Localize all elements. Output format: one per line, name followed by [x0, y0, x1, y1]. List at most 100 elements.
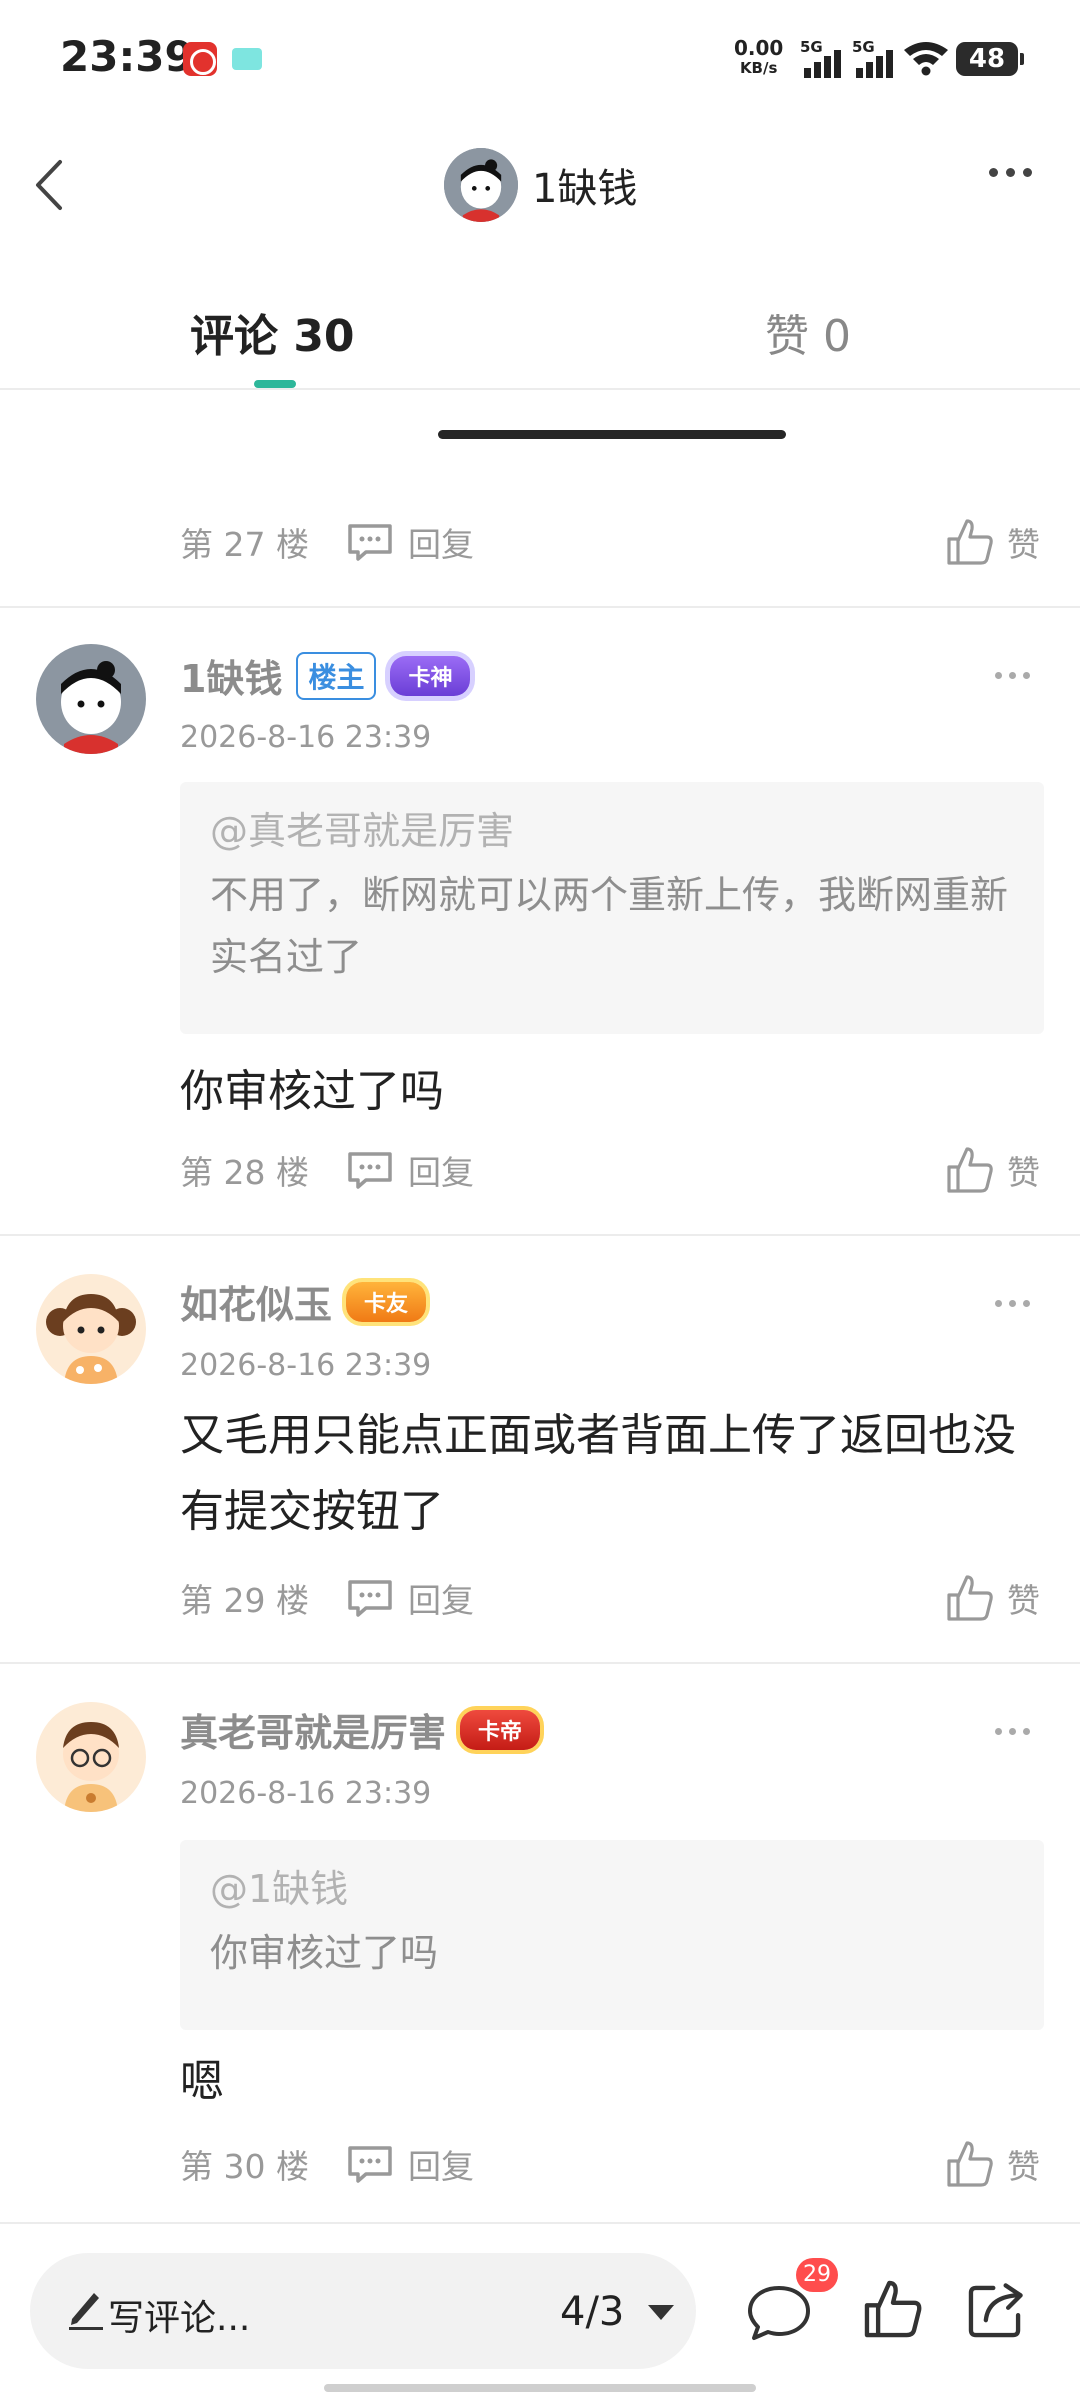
reply-label: 回复 — [408, 1153, 474, 1192]
comment-username-row: 1缺钱 楼主 卡神 — [180, 648, 471, 703]
like-label: 赞 — [1007, 1581, 1040, 1620]
tab-comments[interactable]: 评论 30 — [190, 300, 355, 364]
like-button[interactable]: 赞 — [945, 1568, 1040, 1628]
reply-label: 回复 — [408, 2147, 474, 2186]
drag-handle[interactable] — [438, 430, 786, 439]
comment-text: 你审核过了吗 — [180, 1066, 444, 1117]
floor-number: 第 27 楼 — [180, 525, 309, 564]
reply-button[interactable]: 回复 — [346, 1574, 474, 1622]
thumbs-up-icon[interactable] — [862, 2278, 924, 2340]
quote-mention: @1缺钱 — [210, 1867, 349, 1911]
like-button[interactable]: 赞 — [945, 1140, 1040, 1200]
divider — [0, 1234, 1080, 1236]
comment-more-button[interactable] — [995, 1300, 1030, 1307]
comment-text: 嗯 — [180, 2056, 224, 2107]
header: 1缺钱 — [0, 120, 1080, 250]
tab-likes[interactable]: 赞 0 — [765, 300, 851, 364]
chevron-down-icon[interactable] — [648, 2305, 674, 2320]
rank-badge: 卡神 — [390, 655, 471, 696]
comment-count-badge: 29 — [796, 2258, 838, 2292]
header-username: 1缺钱 — [532, 166, 638, 212]
status-time: 23:39 — [60, 32, 194, 81]
comment-actions: 第 29 楼 回复 赞 — [180, 1568, 1040, 1628]
avatar-image — [36, 1702, 146, 1812]
like-label: 赞 — [1007, 525, 1040, 564]
write-comment-input[interactable]: 写评论... 4/3 — [30, 2253, 696, 2369]
comment-actions: 第 27 楼 回复 赞 — [180, 512, 1040, 572]
header-user[interactable]: 1缺钱 — [444, 148, 637, 222]
like-button[interactable]: 赞 — [945, 512, 1040, 572]
owner-badge: 楼主 — [296, 651, 377, 700]
floor-number: 第 30 楼 — [180, 2147, 309, 2186]
write-comment-label: 写评论... — [108, 2298, 251, 2339]
avatar-image — [444, 148, 518, 222]
thumbs-up-icon — [947, 2141, 993, 2187]
app-notification-icon — [183, 42, 217, 76]
page-indicator[interactable]: 4/3 — [560, 2289, 624, 2335]
avatar[interactable] — [36, 1702, 146, 1812]
reply-icon — [348, 524, 392, 561]
app-notification-icon — [232, 48, 262, 70]
quoted-comment[interactable]: @1缺钱 你审核过了吗 — [180, 1840, 1044, 2030]
status-bar: 23:39 0.00 KB/s 5G 5G 48 — [0, 0, 1080, 120]
comment-text: 又毛用只能点正面或者背面上传了返回也没有提交按钮了 — [180, 1410, 1016, 1537]
reply-icon — [348, 2146, 392, 2183]
reply-label: 回复 — [408, 525, 474, 564]
quote-text: 你审核过了吗 — [210, 1931, 439, 1975]
floor-number: 第 28 楼 — [180, 1153, 309, 1192]
avatar[interactable] — [36, 1274, 146, 1384]
quoted-comment[interactable]: @真老哥就是厉害 不用了，断网就可以两个重新上传，我断网重新实名过了 — [180, 782, 1044, 1034]
thumbs-up-icon — [947, 519, 993, 565]
pencil-icon — [69, 2293, 103, 2330]
comment-time: 2026-8-16 23:39 — [180, 1348, 432, 1383]
divider — [0, 1662, 1080, 1664]
tab-bar: 评论 30 赞 0 — [0, 280, 1080, 390]
rank-badge: 卡友 — [346, 1281, 427, 1322]
comment-icon[interactable] — [744, 2282, 814, 2342]
quote-text: 不用了，断网就可以两个重新上传，我断网重新实名过了 — [210, 873, 1009, 979]
network-speed-unit: KB/s — [739, 59, 778, 77]
wifi-icon — [904, 42, 948, 76]
reply-icon — [348, 1580, 392, 1617]
comment-actions: 第 28 楼 回复 赞 — [180, 1140, 1040, 1200]
rank-badge: 卡帝 — [460, 1709, 541, 1750]
like-label: 赞 — [1007, 2147, 1040, 2186]
username[interactable]: 真老哥就是厉害 — [180, 1702, 446, 1757]
comment-username-row: 真老哥就是厉害 卡帝 — [180, 1702, 541, 1757]
comment-time: 2026-8-16 23:39 — [180, 720, 432, 755]
reply-button[interactable]: 回复 — [346, 2140, 474, 2188]
more-options-button[interactable] — [989, 168, 1032, 177]
avatar[interactable] — [444, 148, 518, 222]
comment-more-button[interactable] — [995, 672, 1030, 679]
avatar[interactable] — [36, 644, 146, 754]
reply-label: 回复 — [408, 1581, 474, 1620]
thumbs-up-icon — [947, 1147, 993, 1193]
back-button[interactable] — [20, 150, 90, 220]
username[interactable]: 如花似玉 — [180, 1274, 332, 1329]
divider — [0, 2222, 1080, 2224]
bottom-bar: 写评论... 4/3 29 — [0, 2226, 1080, 2400]
comment-time: 2026-8-16 23:39 — [180, 1776, 432, 1811]
reply-button[interactable]: 回复 — [346, 1146, 474, 1194]
like-button[interactable]: 赞 — [945, 2134, 1040, 2194]
signal-icon: 5G — [852, 38, 896, 78]
username[interactable]: 1缺钱 — [180, 648, 282, 703]
comment-more-button[interactable] — [995, 1728, 1030, 1735]
avatar-image — [36, 644, 146, 754]
reply-icon — [348, 1152, 392, 1189]
home-indicator[interactable] — [324, 2384, 756, 2392]
battery-icon: 48 — [956, 42, 1024, 76]
share-icon[interactable] — [966, 2278, 1028, 2340]
thumbs-up-icon — [947, 1575, 993, 1621]
avatar-image — [36, 1274, 146, 1384]
signal-icon: 5G — [800, 38, 844, 78]
network-speed-value: 0.00 — [734, 36, 784, 60]
floor-number: 第 29 楼 — [180, 1581, 309, 1620]
like-label: 赞 — [1007, 1153, 1040, 1192]
reply-button[interactable]: 回复 — [346, 518, 474, 566]
quote-mention: @真老哥就是厉害 — [210, 809, 515, 853]
divider — [0, 606, 1080, 608]
comment-actions: 第 30 楼 回复 赞 — [180, 2134, 1040, 2194]
network-speed: 0.00 KB/s — [734, 38, 783, 78]
tab-indicator — [254, 380, 296, 388]
